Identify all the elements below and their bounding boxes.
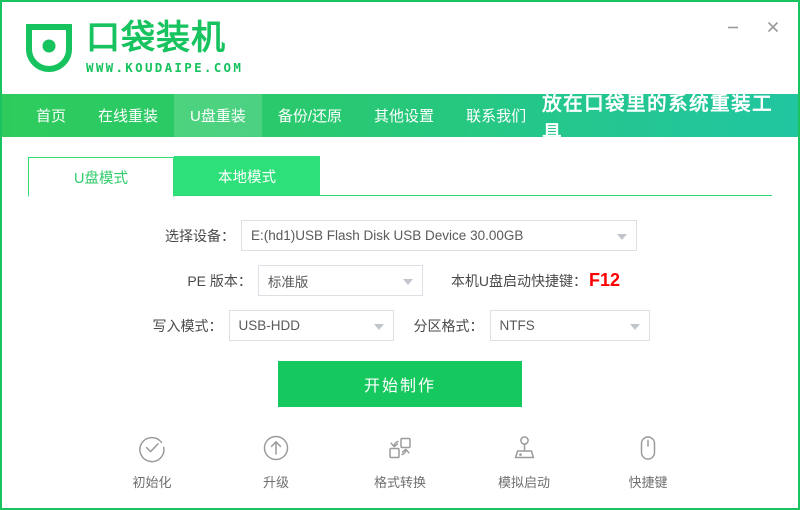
app-logo: 口袋装机 WWW.KOUDAIPE.COM	[24, 19, 244, 75]
device-select[interactable]: E:(hd1)USB Flash Disk USB Device 30.00GB	[241, 220, 637, 251]
tool-upgrade[interactable]: 升级	[240, 433, 312, 491]
pocket-shield-icon	[24, 22, 74, 74]
close-icon[interactable]	[762, 16, 784, 38]
logo-text-block: 口袋装机 WWW.KOUDAIPE.COM	[86, 19, 244, 75]
window-controls	[722, 16, 784, 38]
write-mode-row: 写入模式： USB-HDD 分区格式： NTFS	[2, 310, 798, 341]
tab-usb-mode[interactable]: U盘模式	[28, 157, 174, 197]
format-convert-icon	[385, 433, 415, 463]
tool-shortcuts: 初始化 升级 格式转换 模拟启动 快捷键	[2, 433, 798, 491]
main-navigation: 首页 在线重装 U盘重装 备份/还原 其他设置 联系我们 放在口袋里的系统重装工…	[2, 92, 798, 144]
nav-item-contact-us[interactable]: 联系我们	[450, 94, 542, 137]
chevron-down-icon	[402, 278, 413, 285]
partition-format-select-value: NTFS	[499, 318, 535, 333]
nav-item-label: 联系我们	[466, 108, 527, 125]
app-window: 口袋装机 WWW.KOUDAIPE.COM 首页 在线重装 U盘重装 备份/还原…	[0, 0, 800, 510]
joystick-icon	[509, 433, 539, 463]
nav-item-label: 其他设置	[374, 108, 435, 125]
nav-item-label: 首页	[36, 108, 67, 125]
chevron-down-icon	[629, 323, 640, 330]
mouse-icon	[633, 433, 663, 463]
device-row: 选择设备： E:(hd1)USB Flash Disk USB Device 3…	[2, 220, 798, 251]
boot-hotkey-label: 本机U盘启动快捷键：	[450, 273, 588, 289]
boot-hotkey-info: 本机U盘启动快捷键： F12	[451, 270, 620, 291]
pe-version-row: PE 版本： 标准版 本机U盘启动快捷键： F12	[2, 265, 798, 296]
nav-item-home[interactable]: 首页	[20, 94, 82, 137]
tool-label: 格式转换	[373, 475, 426, 490]
title-bar: 口袋装机 WWW.KOUDAIPE.COM	[2, 2, 798, 94]
chevron-down-icon	[617, 233, 627, 240]
nav-item-label: 在线重装	[98, 108, 159, 125]
device-select-value: E:(hd1)USB Flash Disk USB Device 30.00GB	[251, 228, 524, 243]
write-mode-select-value: USB-HDD	[238, 318, 301, 333]
nav-item-other-settings[interactable]: 其他设置	[358, 94, 450, 137]
nav-item-list: 首页 在线重装 U盘重装 备份/还原 其他设置 联系我们	[2, 94, 542, 137]
nav-item-online-reinstall[interactable]: 在线重装	[82, 94, 174, 137]
usb-settings-form: 选择设备： E:(hd1)USB Flash Disk USB Device 3…	[2, 196, 798, 407]
mode-tabs: U盘模式 本地模式	[2, 154, 798, 197]
partition-format-select[interactable]: NTFS	[489, 310, 650, 341]
tool-label: 升级	[262, 475, 289, 490]
partition-format-label: 分区格式：	[413, 317, 484, 334]
tab-local-mode[interactable]: 本地模式	[174, 156, 320, 196]
tool-initialize[interactable]: 初始化	[116, 433, 188, 491]
tool-label: 初始化	[132, 475, 172, 490]
primary-action-row: 开始制作	[2, 361, 798, 407]
minimize-icon[interactable]	[722, 16, 744, 38]
nav-tagline: 放在口袋里的系统重装工具	[542, 92, 774, 144]
check-circle-icon	[137, 433, 167, 463]
tab-label: 本地模式	[218, 169, 276, 186]
pe-version-label: PE 版本：	[187, 272, 252, 289]
nav-item-backup-restore[interactable]: 备份/还原	[262, 94, 358, 137]
logo-url: WWW.KOUDAIPE.COM	[86, 59, 244, 75]
logo-title: 口袋装机	[86, 19, 226, 58]
write-mode-select[interactable]: USB-HDD	[228, 310, 394, 341]
pe-version-select[interactable]: 标准版	[257, 265, 423, 296]
write-mode-label: 写入模式：	[152, 317, 223, 334]
tab-label: U盘模式	[74, 170, 128, 187]
nav-item-label: 备份/还原	[277, 108, 343, 125]
nav-item-label: U盘重装	[190, 108, 246, 125]
tool-format-convert[interactable]: 格式转换	[364, 433, 436, 491]
nav-item-usb-reinstall[interactable]: U盘重装	[174, 94, 262, 137]
arrow-up-circle-icon	[261, 433, 291, 463]
boot-hotkey-value: F12	[589, 270, 621, 290]
chevron-down-icon	[373, 323, 384, 330]
device-label: 选择设备：	[165, 227, 235, 244]
tool-simulate-boot[interactable]: 模拟启动	[488, 433, 560, 491]
pe-version-select-value: 标准版	[267, 274, 309, 290]
tool-label: 快捷键	[628, 475, 668, 490]
start-creation-button[interactable]: 开始制作	[278, 361, 522, 407]
tool-label: 模拟启动	[497, 475, 550, 490]
tool-hotkeys[interactable]: 快捷键	[612, 433, 684, 491]
